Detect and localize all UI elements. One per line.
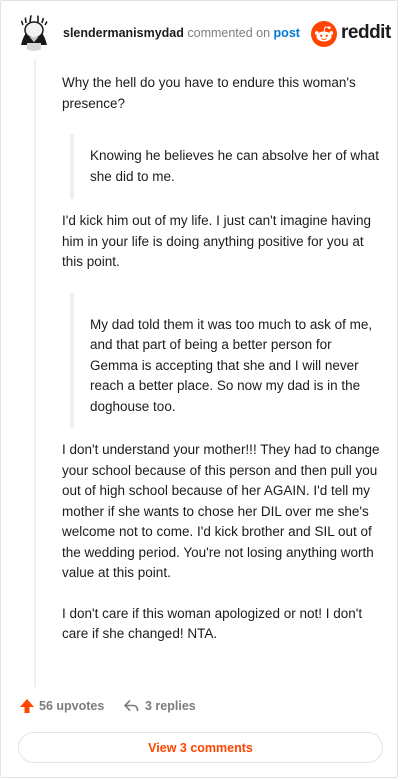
view-comments-button[interactable]: View 3 comments (18, 732, 383, 763)
reddit-wordmark: reddit (341, 22, 391, 43)
comment-header: slendermanismydad commented on post redd… (17, 15, 391, 53)
quote-bar (70, 134, 74, 199)
post-link[interactable]: post (274, 26, 300, 40)
comment-card: slendermanismydad commented on post redd… (0, 0, 398, 778)
comment-body: Why the hell do you have to endure this … (62, 73, 380, 645)
reddit-logo-icon (311, 21, 337, 47)
quote-text: Knowing he believes he can absolve her o… (90, 148, 379, 184)
replies-button[interactable]: 3 replies (123, 698, 196, 714)
upvote-arrow-icon (20, 699, 34, 713)
quote-bar (70, 292, 74, 428)
username-link[interactable]: slendermanismydad (63, 26, 184, 40)
avatar[interactable] (17, 15, 51, 51)
blockquote: My dad told them it was too much to ask … (70, 292, 380, 428)
action-text: commented on (187, 26, 271, 40)
replies-count: 3 replies (145, 699, 196, 713)
comment-paragraph: I'd kick him out of my life. I just can'… (62, 213, 372, 269)
reddit-brand[interactable]: reddit (311, 19, 391, 47)
thread-line[interactable] (34, 59, 36, 687)
comment-paragraph: I don't understand your mother!!! They h… (62, 442, 380, 580)
upvote-button[interactable]: 56 upvotes (19, 698, 104, 714)
comment-paragraph: I don't care if this woman apologized or… (62, 605, 363, 642)
upvote-count: 56 upvotes (39, 699, 105, 713)
blockquote: Knowing he believes he can absolve her o… (70, 134, 380, 199)
quote-text: My dad told them it was too much to ask … (90, 316, 373, 414)
comment-meta: slendermanismydad commented on post (63, 26, 300, 40)
comment-paragraph: Why the hell do you have to endure this … (62, 75, 356, 111)
reply-arrow-icon (124, 700, 139, 712)
